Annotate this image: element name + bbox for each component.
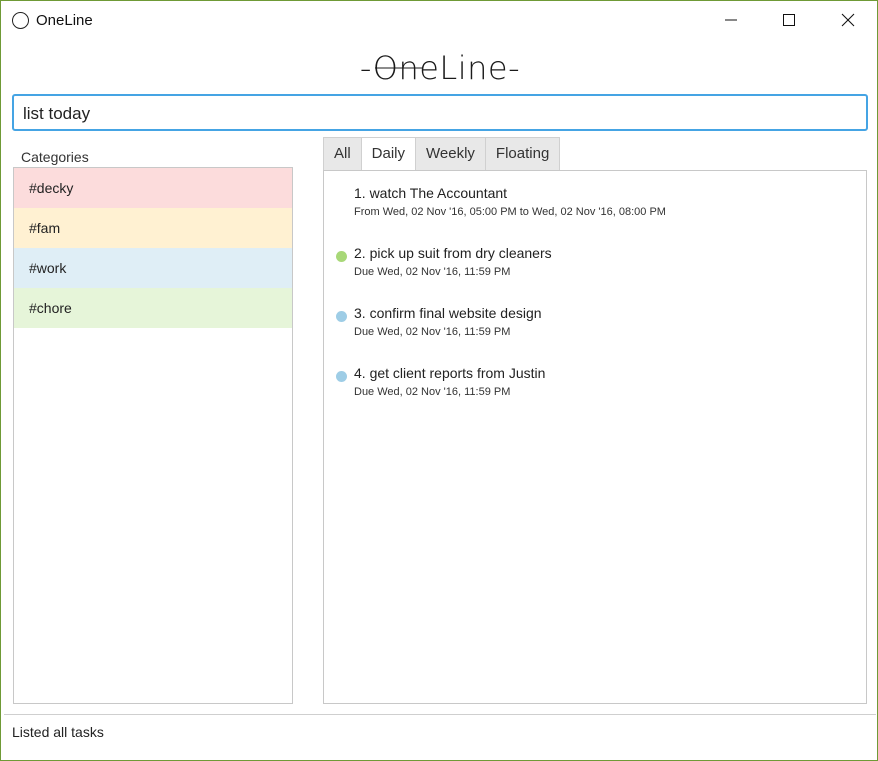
app-window: OneLine -OneLine- Categories [0, 0, 878, 761]
category-item-fam[interactable]: #fam [14, 208, 292, 248]
categories-list: #decky #fam #work #chore [13, 167, 293, 704]
command-input[interactable] [23, 102, 843, 126]
tab-all[interactable]: All [323, 137, 361, 171]
tab-floating[interactable]: Floating [484, 137, 561, 171]
status-text: Listed all tasks [12, 724, 104, 740]
maximize-icon [783, 14, 795, 26]
minimize-button[interactable] [702, 1, 760, 39]
category-dot-icon [336, 251, 347, 262]
category-dot-icon [336, 371, 347, 382]
task-title: 4. get client reports from Justin [354, 365, 546, 381]
command-box [12, 94, 868, 131]
task-title: 1. watch The Accountant [354, 185, 508, 201]
categories-heading: Categories [21, 149, 89, 165]
category-item-chore[interactable]: #chore [14, 288, 292, 328]
tab-weekly[interactable]: Weekly [415, 137, 485, 171]
minimize-icon [725, 19, 737, 21]
task-detail: Due Wed, 02 Nov '16, 11:59 PM [354, 386, 511, 398]
window-title: OneLine [36, 12, 93, 29]
task-detail: Due Wed, 02 Nov '16, 11:59 PM [354, 326, 511, 338]
close-button[interactable] [819, 1, 877, 39]
task-detail: Due Wed, 02 Nov '16, 11:59 PM [354, 266, 511, 278]
category-item-decky[interactable]: #decky [14, 168, 292, 208]
task-item[interactable]: 4. get client reports from Justin Due We… [336, 365, 546, 398]
app-circle-icon [12, 12, 29, 29]
title-bar: OneLine [1, 1, 877, 39]
status-bar: Listed all tasks [4, 714, 876, 759]
oneline-logo: -OneLine- [1, 41, 877, 93]
maximize-button[interactable] [760, 1, 818, 39]
task-tabs: All Daily Weekly Floating [323, 137, 561, 171]
task-title: 2. pick up suit from dry cleaners [354, 245, 552, 261]
task-detail: From Wed, 02 Nov '16, 05:00 PM to Wed, 0… [354, 206, 666, 218]
task-item[interactable]: 3. confirm final website design Due Wed,… [336, 305, 542, 338]
task-title: 3. confirm final website design [354, 305, 542, 321]
close-icon [841, 13, 855, 27]
tab-daily[interactable]: Daily [360, 137, 416, 171]
task-item[interactable]: 1. watch The Accountant From Wed, 02 Nov… [354, 185, 666, 218]
task-item[interactable]: 2. pick up suit from dry cleaners Due We… [336, 245, 552, 278]
category-dot-icon [336, 311, 347, 322]
category-item-work[interactable]: #work [14, 248, 292, 288]
task-list: 1. watch The Accountant From Wed, 02 Nov… [323, 170, 867, 704]
